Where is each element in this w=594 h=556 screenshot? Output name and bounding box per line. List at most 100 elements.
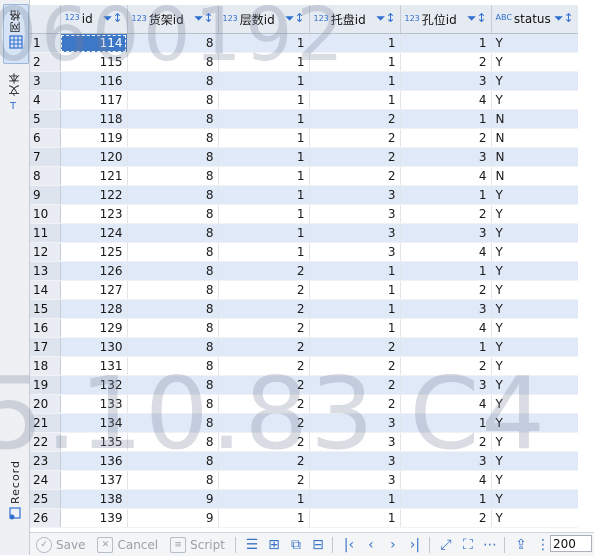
tray-id-cell[interactable]: 3 bbox=[309, 413, 401, 433]
table-row[interactable]: 18 131 8 2 2 2 Y bbox=[30, 356, 578, 376]
tray-id-cell[interactable]: 2 bbox=[309, 166, 401, 186]
table-row[interactable]: 23 136 8 2 3 3 Y bbox=[30, 451, 578, 471]
layer-id-cell[interactable]: 1 bbox=[218, 204, 310, 224]
table-row[interactable]: 16 129 8 2 1 4 Y bbox=[30, 318, 578, 338]
status-cell[interactable]: Y bbox=[491, 375, 578, 395]
table-row[interactable]: 6 119 8 1 2 2 N bbox=[30, 128, 578, 148]
tray-id-cell[interactable]: 2 bbox=[309, 337, 401, 357]
hole-id-cell[interactable]: 2 bbox=[400, 356, 492, 376]
id-cell[interactable]: 115 bbox=[60, 52, 128, 72]
edit-row-icon[interactable]: ☰ bbox=[242, 536, 262, 554]
hole-id-cell[interactable]: 2 bbox=[400, 204, 492, 224]
table-row[interactable]: 25 138 9 1 1 1 Y bbox=[30, 489, 578, 509]
hole-id-cell[interactable]: 2 bbox=[400, 280, 492, 300]
id-cell[interactable]: 119 bbox=[60, 128, 128, 148]
id-cell[interactable]: 131 bbox=[60, 356, 128, 376]
layer-id-cell[interactable]: 1 bbox=[218, 242, 310, 262]
tray-id-cell[interactable]: 2 bbox=[309, 375, 401, 395]
id-cell[interactable]: 132 bbox=[60, 375, 128, 395]
last-page-icon[interactable]: ›| bbox=[405, 536, 425, 554]
column-header-layer-id[interactable]: 123 层数id ⏷↕ bbox=[218, 5, 310, 34]
tray-id-cell[interactable]: 2 bbox=[309, 109, 401, 129]
table-row[interactable]: 15 128 8 2 1 3 Y bbox=[30, 299, 578, 319]
column-header-hole-id[interactable]: 123 孔位id ⏷↕ bbox=[400, 5, 492, 34]
id-cell[interactable]: 118 bbox=[60, 109, 128, 129]
fit-view-icon[interactable]: ⛶ bbox=[458, 536, 478, 554]
hole-id-cell[interactable]: 3 bbox=[400, 147, 492, 167]
status-cell[interactable]: Y bbox=[491, 185, 578, 205]
column-header-tray-id[interactable]: 123 托盘id ⏷↕ bbox=[309, 5, 401, 34]
shelf-id-cell[interactable]: 8 bbox=[127, 185, 219, 205]
hole-id-cell[interactable]: 1 bbox=[400, 185, 492, 205]
tray-id-cell[interactable]: 1 bbox=[309, 299, 401, 319]
status-cell[interactable]: Y bbox=[491, 52, 578, 72]
layer-id-cell[interactable]: 2 bbox=[218, 299, 310, 319]
hole-id-cell[interactable]: 4 bbox=[400, 242, 492, 262]
layer-id-cell[interactable]: 2 bbox=[218, 413, 310, 433]
shelf-id-cell[interactable]: 8 bbox=[127, 413, 219, 433]
layer-id-cell[interactable]: 2 bbox=[218, 318, 310, 338]
id-cell[interactable]: 114 bbox=[60, 33, 128, 53]
status-cell[interactable]: Y bbox=[491, 33, 578, 53]
filter-sort-icon[interactable]: ⏷↕ bbox=[467, 11, 487, 26]
copy-row-icon[interactable]: ⧉ bbox=[286, 536, 306, 554]
layer-id-cell[interactable]: 1 bbox=[218, 508, 310, 528]
status-cell[interactable]: Y bbox=[491, 508, 578, 528]
layer-id-cell[interactable]: 2 bbox=[218, 451, 310, 471]
shelf-id-cell[interactable]: 8 bbox=[127, 261, 219, 281]
hole-id-cell[interactable]: 4 bbox=[400, 470, 492, 490]
status-cell[interactable]: Y bbox=[491, 90, 578, 110]
shelf-id-cell[interactable]: 8 bbox=[127, 280, 219, 300]
id-cell[interactable]: 124 bbox=[60, 223, 128, 243]
status-cell[interactable]: Y bbox=[491, 318, 578, 338]
layer-id-cell[interactable]: 1 bbox=[218, 109, 310, 129]
table-row[interactable]: 26 139 9 1 1 2 Y bbox=[30, 508, 578, 528]
add-row-icon[interactable]: ⊞ bbox=[264, 536, 284, 554]
table-row[interactable]: 1 114 8 1 1 1 Y bbox=[30, 33, 578, 53]
id-cell[interactable]: 121 bbox=[60, 166, 128, 186]
layer-id-cell[interactable]: 2 bbox=[218, 337, 310, 357]
tray-id-cell[interactable]: 3 bbox=[309, 223, 401, 243]
table-row[interactable]: 8 121 8 1 2 4 N bbox=[30, 166, 578, 186]
layer-id-cell[interactable]: 1 bbox=[218, 71, 310, 91]
tray-id-cell[interactable]: 1 bbox=[309, 52, 401, 72]
hole-id-cell[interactable]: 2 bbox=[400, 52, 492, 72]
layer-id-cell[interactable]: 2 bbox=[218, 280, 310, 300]
tray-id-cell[interactable]: 2 bbox=[309, 147, 401, 167]
tray-id-cell[interactable]: 1 bbox=[309, 90, 401, 110]
id-cell[interactable]: 139 bbox=[60, 508, 128, 528]
text-view-tab[interactable]: 文本 T bbox=[3, 72, 27, 124]
hole-id-cell[interactable]: 4 bbox=[400, 166, 492, 186]
status-cell[interactable]: Y bbox=[491, 337, 578, 357]
column-header-status[interactable]: ABC status ⏷↕ bbox=[491, 5, 578, 34]
tray-id-cell[interactable]: 3 bbox=[309, 432, 401, 452]
id-cell[interactable]: 117 bbox=[60, 90, 128, 110]
more-icon[interactable]: ⋯ bbox=[480, 536, 500, 554]
tray-id-cell[interactable]: 3 bbox=[309, 470, 401, 490]
tray-id-cell[interactable]: 1 bbox=[309, 489, 401, 509]
hole-id-cell[interactable]: 1 bbox=[400, 261, 492, 281]
table-row[interactable]: 20 133 8 2 2 4 Y bbox=[30, 394, 578, 414]
table-row[interactable]: 24 137 8 2 3 4 Y bbox=[30, 470, 578, 490]
hole-id-cell[interactable]: 1 bbox=[400, 109, 492, 129]
record-view-tab[interactable]: Record bbox=[3, 460, 27, 524]
fetch-size-input[interactable]: 200 bbox=[550, 535, 592, 552]
hole-id-cell[interactable]: 2 bbox=[400, 508, 492, 528]
status-cell[interactable]: Y bbox=[491, 71, 578, 91]
tray-id-cell[interactable]: 3 bbox=[309, 451, 401, 471]
shelf-id-cell[interactable]: 8 bbox=[127, 71, 219, 91]
script-button[interactable]: ≡ Script bbox=[170, 536, 225, 553]
hole-id-cell[interactable]: 4 bbox=[400, 318, 492, 338]
hole-id-cell[interactable]: 4 bbox=[400, 394, 492, 414]
status-cell[interactable]: N bbox=[491, 147, 578, 167]
id-cell[interactable]: 122 bbox=[60, 185, 128, 205]
status-cell[interactable]: Y bbox=[491, 261, 578, 281]
hole-id-cell[interactable]: 2 bbox=[400, 128, 492, 148]
id-cell[interactable]: 116 bbox=[60, 71, 128, 91]
hole-id-cell[interactable]: 4 bbox=[400, 90, 492, 110]
id-cell[interactable]: 125 bbox=[60, 242, 128, 262]
table-row[interactable]: 11 124 8 1 3 3 Y bbox=[30, 223, 578, 243]
id-cell[interactable]: 130 bbox=[60, 337, 128, 357]
id-cell[interactable]: 137 bbox=[60, 470, 128, 490]
shelf-id-cell[interactable]: 8 bbox=[127, 375, 219, 395]
